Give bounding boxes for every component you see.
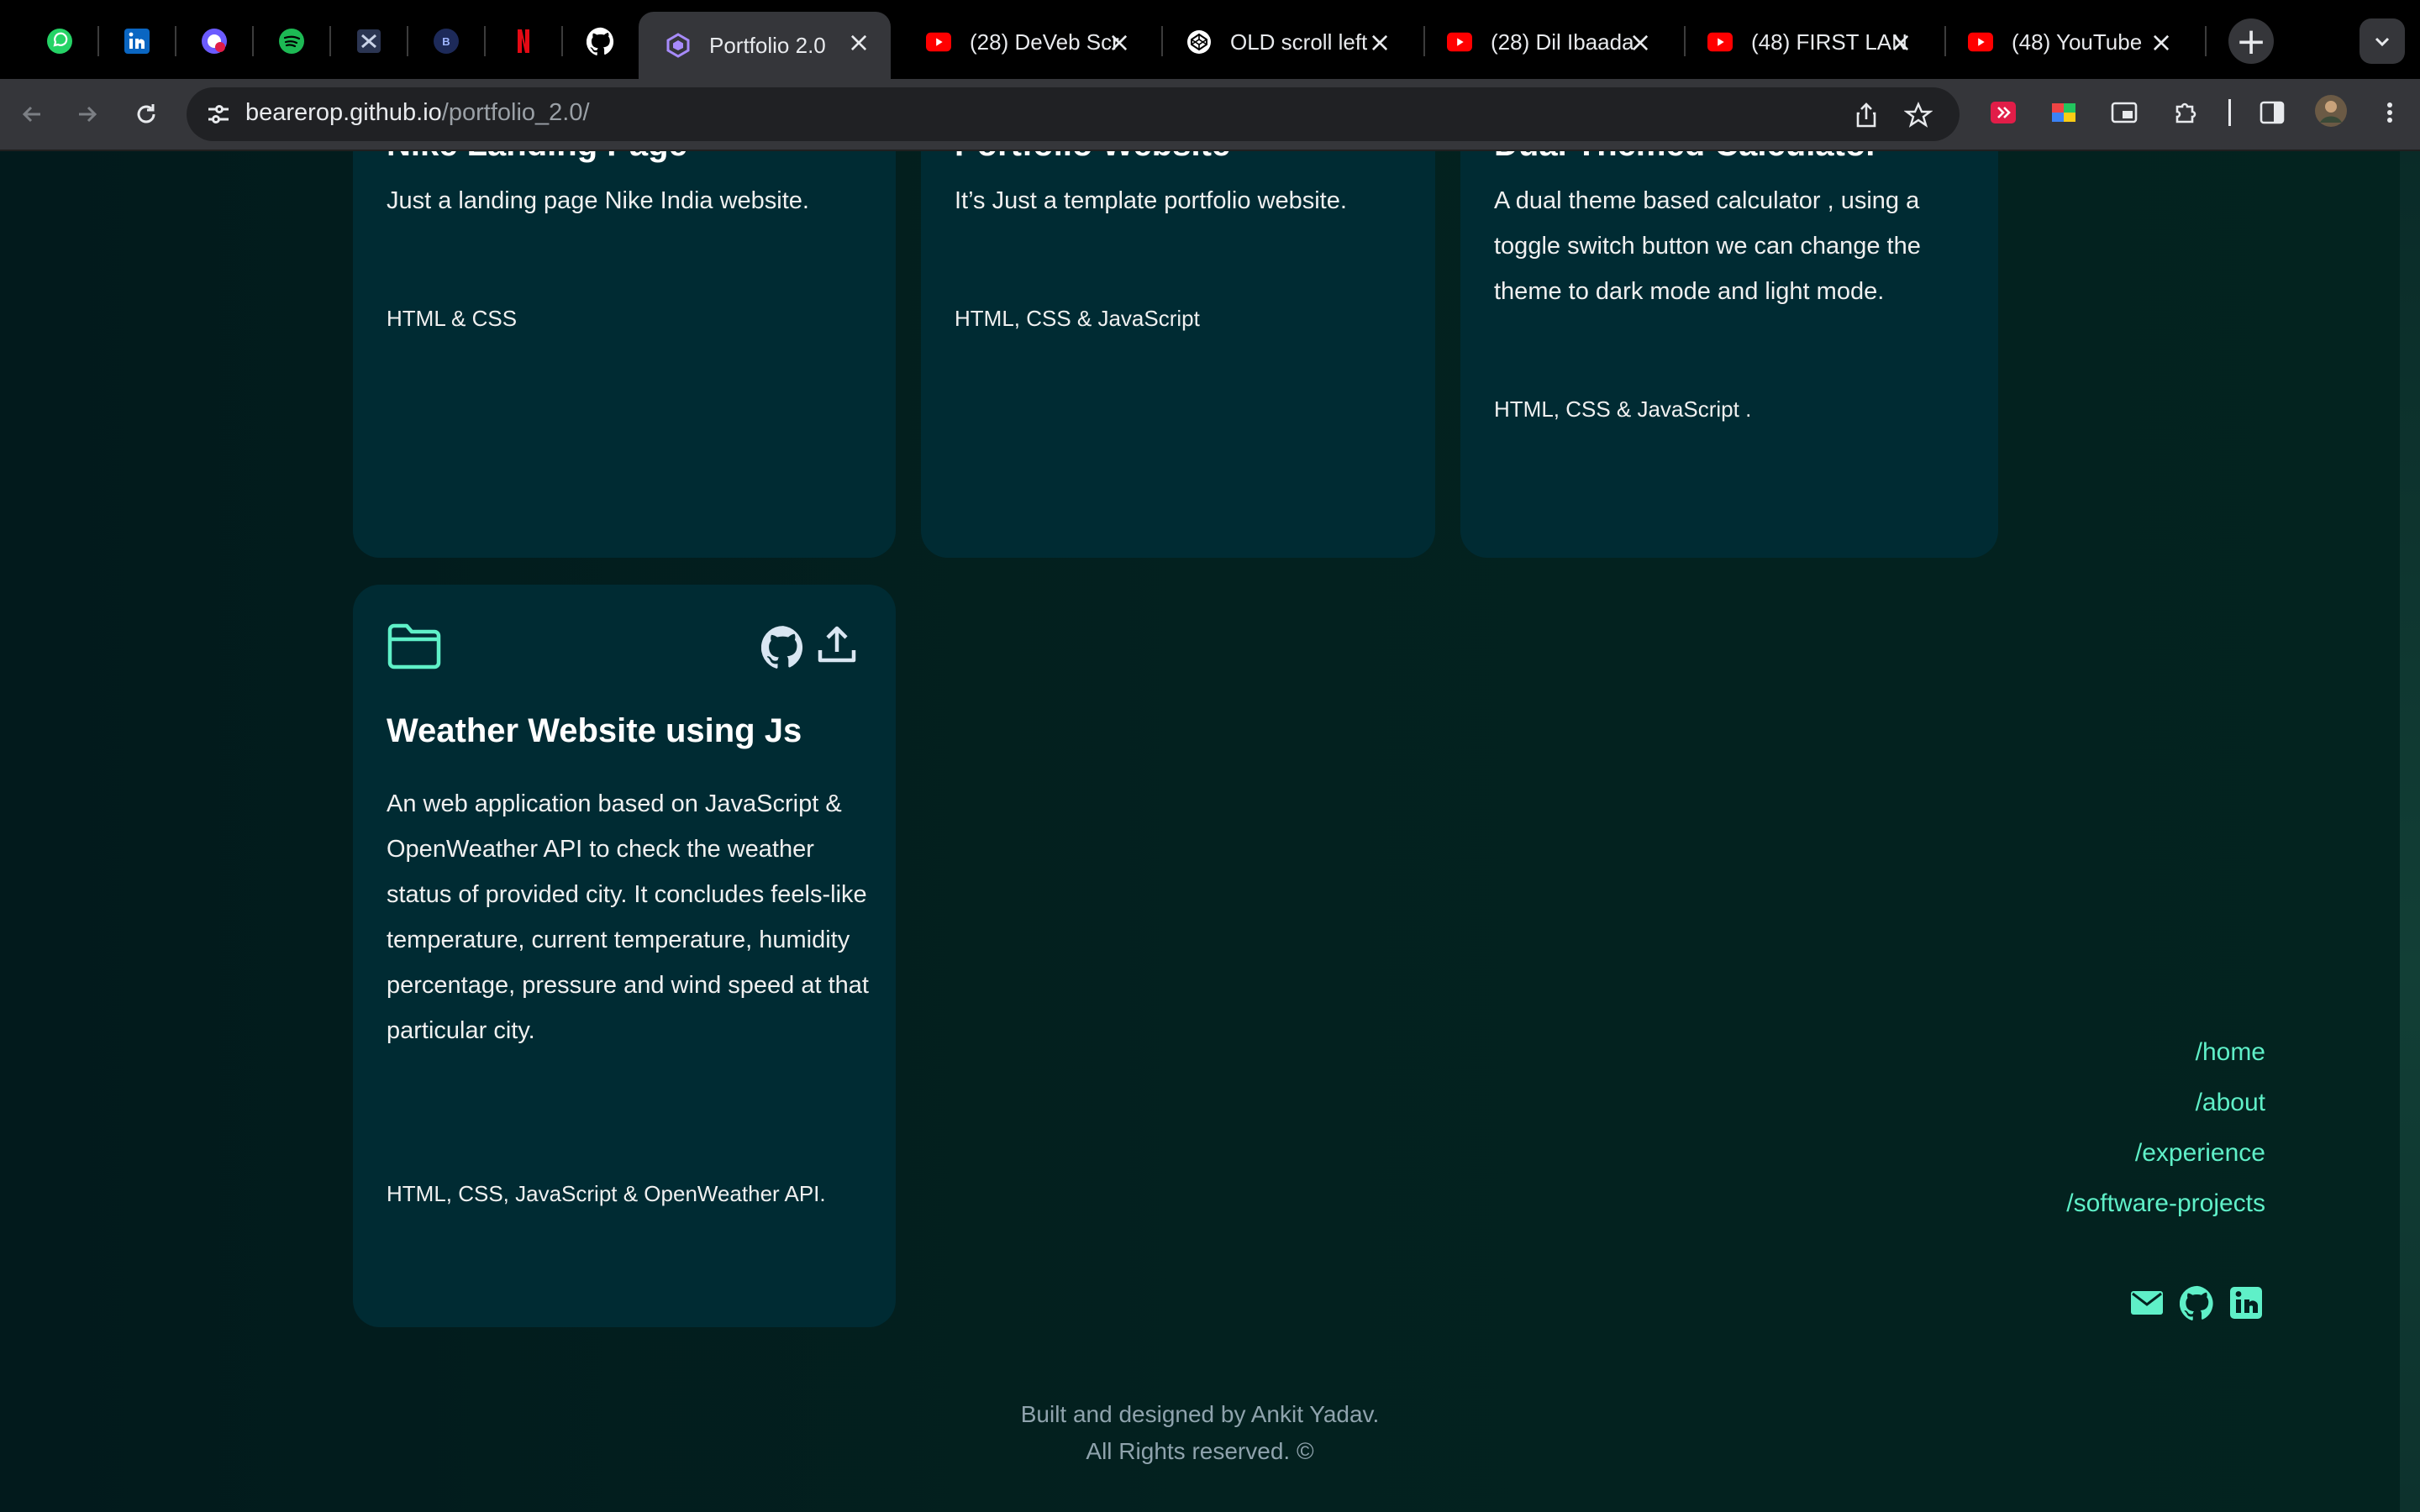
email-icon[interactable] — [2129, 1285, 2165, 1320]
project-card: Nike Landing Page Just a landing page Ni… — [353, 151, 896, 558]
color-palette-icon — [2052, 103, 2075, 122]
github-icon[interactable] — [2180, 1285, 2215, 1320]
external-link-icon[interactable] — [815, 623, 859, 667]
netflix-tab[interactable] — [496, 13, 551, 69]
whatsapp-tab[interactable] — [32, 13, 87, 69]
extension-pip[interactable] — [2107, 96, 2141, 129]
linkedin-icon — [124, 29, 150, 54]
reload-button[interactable] — [126, 94, 166, 134]
spotify-icon — [279, 29, 304, 54]
extension-color[interactable] — [2047, 96, 2081, 129]
side-panel-icon — [2260, 101, 2285, 124]
nav-link-software-projects[interactable]: /software-projects — [2066, 1189, 2265, 1218]
project-description: An web application based on JavaScript &… — [387, 790, 869, 1044]
url-text: bearerop.github.io/portfolio_2.0/ — [245, 99, 590, 127]
game-tab[interactable] — [341, 13, 397, 69]
extension-red[interactable] — [1986, 96, 2020, 129]
chevron-down-icon — [2375, 37, 2390, 47]
reload-icon — [137, 104, 155, 123]
nav-link-about[interactable]: /about — [2196, 1089, 2265, 1117]
project-title: Nike Landing Page — [387, 151, 687, 164]
project-tech-stack: HTML, CSS & JavaScript — [955, 306, 1200, 331]
tab-youtube[interactable]: (48) YouTube × — [1941, 12, 2193, 72]
youtube-icon — [1447, 29, 1472, 55]
project-title: Dual Themed Calculator — [1494, 151, 1879, 164]
project-tech-stack: HTML, CSS & JavaScript . — [1494, 396, 1752, 422]
github-copilot-icon — [202, 29, 227, 54]
close-icon[interactable]: × — [2148, 26, 2175, 58]
folder-icon — [387, 623, 441, 669]
toolbar-divider — [2228, 99, 2231, 126]
project-title: Portfolio Website — [955, 151, 1230, 164]
tab-youtube-first[interactable]: (48) FIRST LAN × — [1681, 12, 1933, 72]
url-path: /portfolio_2.0/ — [441, 99, 590, 126]
project-tech-stack: HTML & CSS — [387, 306, 518, 331]
youtube-icon — [926, 29, 951, 55]
puzzle-icon — [2175, 102, 2196, 123]
youtube-icon — [1968, 29, 1993, 55]
tab-youtube-deveb[interactable]: (28) DeVeb Scr × — [899, 12, 1151, 72]
browser-tab-bar: B Portfolio 2.0 × (28) DeVeb Scr × OLD s… — [0, 0, 2420, 79]
close-icon[interactable]: × — [1106, 26, 1133, 58]
github-icon[interactable] — [761, 625, 805, 669]
menu-button[interactable] — [2373, 96, 2407, 129]
profile-button[interactable] — [2314, 94, 2348, 128]
netflix-icon — [518, 29, 529, 53]
project-tech-stack: HTML, CSS, JavaScript & OpenWeather API. — [387, 1181, 826, 1206]
footer-credit-line1: Built and designed by Ankit Yadav. — [1020, 1401, 1380, 1427]
nav-link-home[interactable]: /home — [2196, 1038, 2265, 1067]
close-icon[interactable]: × — [1887, 26, 1914, 58]
bookmark-star-icon[interactable] — [1904, 101, 1933, 129]
forward-arrow-icon — [79, 106, 97, 123]
nav-link-experience[interactable]: /experience — [2135, 1139, 2265, 1168]
github-tab[interactable] — [573, 13, 629, 69]
footer-credit-line2: All Rights reserved. © — [1086, 1438, 1314, 1464]
share-icon[interactable] — [1852, 101, 1881, 129]
project-card: Portfolio Website It’s Just a template p… — [921, 151, 1435, 558]
picture-in-picture-icon — [2111, 102, 2138, 123]
scrollbar[interactable] — [2400, 151, 2420, 1512]
extension-red-icon — [1991, 102, 2016, 123]
back-arrow-icon — [22, 106, 40, 123]
more-vert-icon — [2387, 102, 2392, 123]
close-icon[interactable]: × — [1627, 26, 1654, 58]
project-description: A dual theme based calculator , using a … — [1494, 187, 1921, 305]
project-description: Just a landing page Nike India website. — [387, 187, 809, 214]
codepen-icon — [1186, 29, 1212, 55]
back-button[interactable] — [12, 94, 52, 134]
b-icon: B — [434, 29, 459, 54]
address-bar[interactable]: bearerop.github.io/portfolio_2.0/ — [187, 87, 1960, 141]
forward-button[interactable] — [67, 94, 108, 134]
project-card: Weather Website using Js An web applicat… — [353, 585, 896, 1327]
tab-search-button[interactable] — [2360, 18, 2405, 64]
site-info-icon[interactable] — [205, 101, 232, 128]
copilot-tab[interactable] — [187, 13, 242, 69]
close-icon[interactable]: × — [845, 26, 872, 58]
new-tab-button[interactable]: + — [2228, 18, 2274, 64]
svg-text:B: B — [442, 35, 450, 48]
close-icon[interactable]: × — [1366, 26, 1393, 58]
avatar — [2315, 95, 2347, 127]
game-icon — [357, 29, 381, 53]
tab-codepen[interactable]: OLD scroll left × — [1160, 12, 1412, 72]
youtube-icon — [1707, 29, 1733, 55]
url-host: bearerop.github.io — [245, 99, 442, 126]
b-tab[interactable]: B — [418, 13, 474, 69]
extensions-button[interactable] — [2170, 96, 2203, 129]
page-content: Nike Landing Page Just a landing page Ni… — [0, 151, 2420, 1512]
project-description: It’s Just a template portfolio website. — [955, 187, 1347, 214]
spotify-tab[interactable] — [264, 13, 319, 69]
project-card: Dual Themed Calculator A dual theme base… — [1460, 151, 1998, 558]
project-title: Weather Website using Js — [387, 712, 802, 749]
github-icon — [587, 27, 614, 55]
tab-youtube-dil[interactable]: (28) Dil Ibaada × — [1420, 12, 1672, 72]
tab-portfolio[interactable]: Portfolio 2.0 × — [639, 12, 891, 79]
side-panel-button[interactable] — [2255, 96, 2289, 129]
hexagon-icon — [666, 33, 691, 58]
whatsapp-icon — [47, 29, 72, 54]
linkedin-icon[interactable] — [2228, 1285, 2264, 1320]
linkedin-tab[interactable] — [109, 13, 165, 69]
